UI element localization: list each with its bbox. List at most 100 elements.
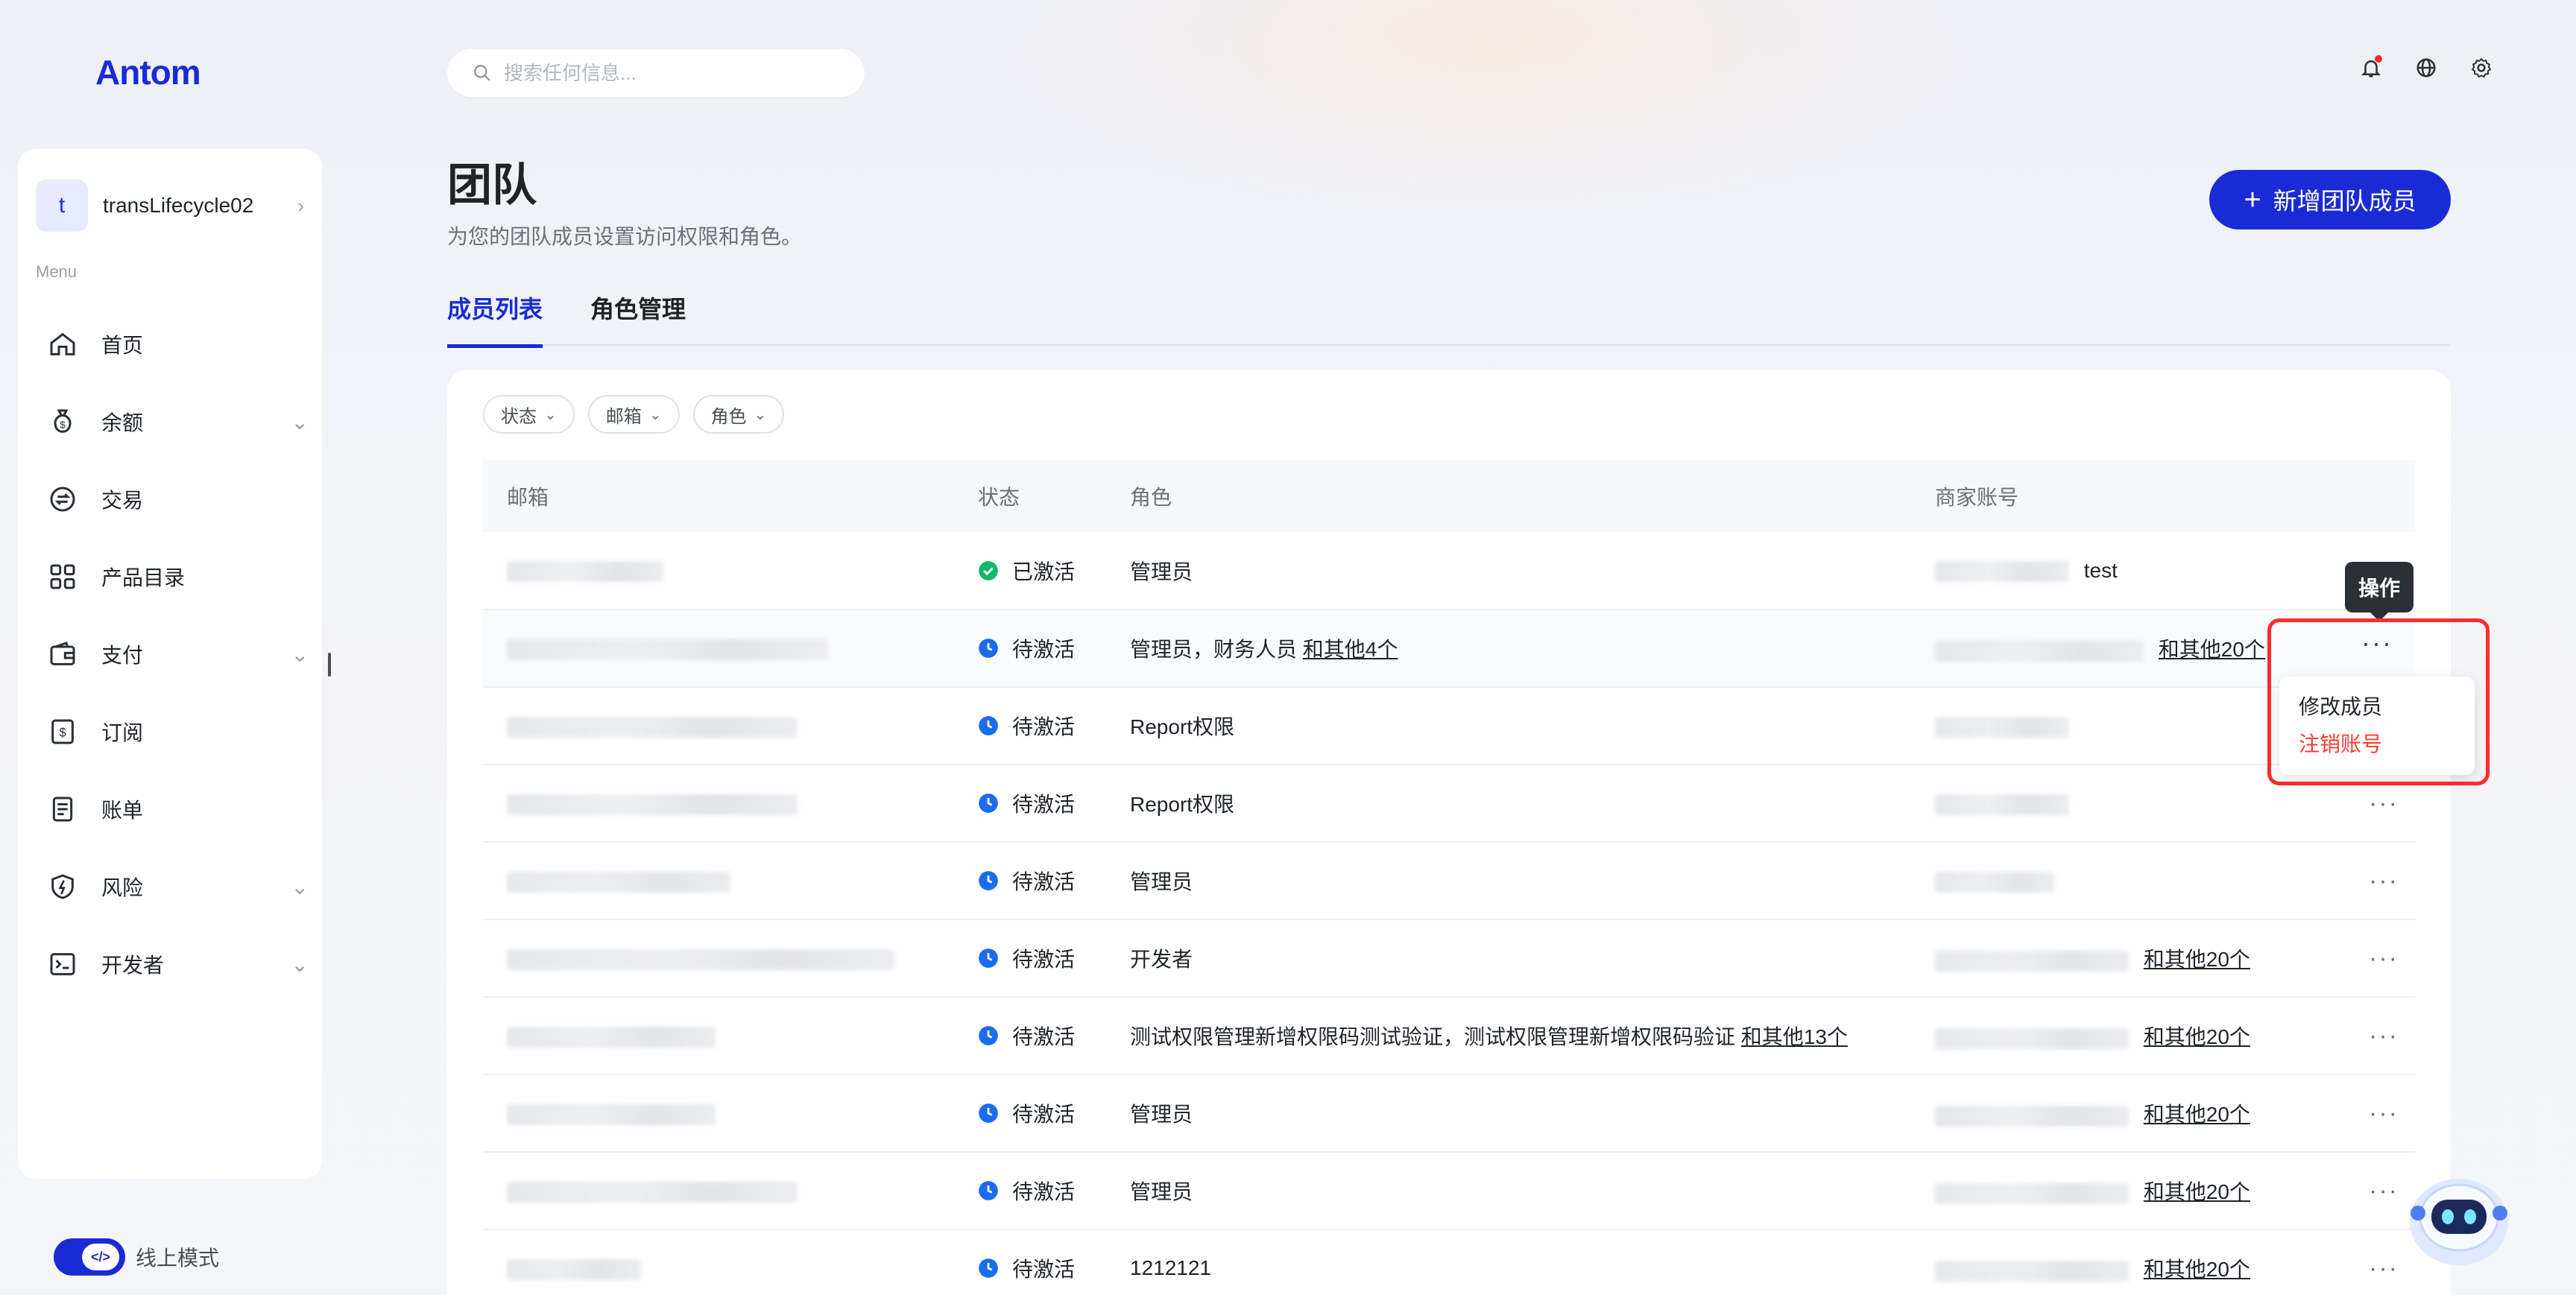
- sidebar-item-transactions[interactable]: 交易: [48, 460, 309, 538]
- tab-member-list[interactable]: 成员列表: [447, 291, 543, 348]
- search-input[interactable]: [504, 61, 832, 85]
- role-cell: 管理员: [1130, 1152, 1935, 1230]
- sidebar: t transLifecycle02 › Menu 首页 $ 余额 ⌄ 交易 产…: [18, 149, 322, 1179]
- status-text: 待激活: [1012, 638, 1076, 661]
- page-subtitle: 为您的团队成员设置访问权限和角色。: [447, 225, 803, 248]
- role-text: 管理员: [1130, 870, 1193, 893]
- bill-icon: [52, 797, 73, 822]
- role-cell: 管理员: [1130, 1074, 1935, 1153]
- members-card: 状态 ⌄ 邮箱 ⌄ 角色 ⌄ 邮箱 状态 角色 商家账号 已激活 管理员 test 待激活…: [447, 370, 2451, 1295]
- email-cell: [483, 687, 978, 765]
- bell-icon[interactable]: [2358, 55, 2384, 80]
- filter-email[interactable]: 邮箱 ⌄: [587, 395, 680, 434]
- more-actions-icon[interactable]: ···: [2352, 1074, 2415, 1153]
- more-actions-icon[interactable]: ···: [2352, 997, 2415, 1075]
- role-more-link[interactable]: 和其他13个: [1741, 1025, 1848, 1048]
- merchant-more-link[interactable]: 和其他20个: [2144, 948, 2250, 971]
- search-bar[interactable]: [447, 49, 865, 97]
- merchant-more-link[interactable]: 和其他20个: [2144, 1025, 2250, 1048]
- gear-icon[interactable]: [2469, 55, 2494, 80]
- filter-status[interactable]: 状态 ⌄: [483, 395, 575, 434]
- status-cell: 已激活: [978, 532, 1130, 610]
- sidebar-item-developer[interactable]: 开发者 ⌄: [48, 925, 309, 1003]
- table-row: 待激活 测试权限管理新增权限码测试验证，测试权限管理新增权限码验证 和其他13个 …: [483, 997, 2415, 1075]
- table-row: 待激活 管理员 ···: [483, 842, 2415, 920]
- redacted-email: [507, 639, 827, 660]
- menu-label: Menu: [36, 262, 78, 281]
- tab-bar: 成员列表 角色管理: [447, 291, 2451, 348]
- page-title: 团队: [447, 160, 537, 210]
- clock-icon: [978, 793, 999, 814]
- merchant-cell: test: [1935, 532, 2352, 610]
- role-text: 管理员，财务人员: [1130, 638, 1298, 661]
- sidebar-item-catalog[interactable]: 产品目录: [48, 538, 309, 615]
- top-actions: [2358, 55, 2494, 80]
- redacted-merchant: [1935, 871, 2054, 893]
- sidebar-item-balance[interactable]: $ 余额 ⌄: [48, 383, 309, 460]
- status-cell: 待激活: [978, 997, 1130, 1075]
- email-cell: [483, 1152, 978, 1230]
- sidebar-item-label: 风险: [101, 876, 144, 899]
- more-actions-icon[interactable]: ···: [2352, 919, 2415, 998]
- mode-label: 线上模式: [136, 1247, 220, 1270]
- redacted-email: [507, 561, 663, 583]
- sidebar-item-bills[interactable]: 账单: [48, 770, 309, 848]
- grid-icon: [50, 564, 75, 589]
- sidebar-item-payments[interactable]: 支付 ⌄: [48, 615, 309, 693]
- sidebar-collapse-handle[interactable]: [328, 653, 331, 677]
- assistant-robot-icon[interactable]: [2396, 1161, 2522, 1273]
- exchange-icon: [50, 487, 75, 512]
- role-cell: 管理员: [1130, 842, 1935, 920]
- header-actions: [2352, 460, 2415, 532]
- members-table: 邮箱 状态 角色 商家账号 已激活 管理员 test 待激活 管理员，财务人员 和其他…: [483, 460, 2415, 1295]
- more-actions-icon[interactable]: ···: [2352, 842, 2415, 920]
- clock-icon: [978, 1103, 999, 1124]
- account-switcher[interactable]: t transLifecycle02 ›: [36, 179, 304, 232]
- header-role: 角色: [1130, 486, 1172, 509]
- merchant-more-link[interactable]: 和其他20个: [2144, 1258, 2250, 1281]
- role-cell: 测试权限管理新增权限码测试验证，测试权限管理新增权限码验证 和其他13个: [1130, 997, 1935, 1075]
- filter-label: 邮箱: [605, 406, 642, 427]
- role-more-link[interactable]: 和其他4个: [1303, 638, 1398, 661]
- redacted-email: [507, 949, 894, 970]
- sidebar-item-label: 开发者: [101, 954, 165, 977]
- chevron-down-icon: ⌄: [754, 406, 767, 423]
- sidebar-item-home[interactable]: 首页: [48, 305, 309, 383]
- terminal-icon: [50, 953, 75, 975]
- table-row: 待激活 开发者 和其他20个 ···: [483, 919, 2415, 998]
- email-cell: [483, 532, 978, 610]
- merchant-more-link[interactable]: 和其他20个: [2144, 1103, 2250, 1126]
- table-row: 待激活 1212121 和其他20个 ···: [483, 1229, 2415, 1295]
- chevron-down-icon: ⌄: [291, 642, 309, 666]
- redacted-email: [507, 1026, 716, 1048]
- merchant-more-link[interactable]: 和其他20个: [2144, 1180, 2250, 1203]
- redacted-merchant: [1935, 716, 2069, 738]
- svg-text:$: $: [59, 726, 66, 740]
- background-glow: [969, 0, 2012, 224]
- merchant-cell: 和其他20个: [1935, 1152, 2352, 1230]
- merchant-cell: [1935, 842, 2352, 920]
- live-mode-toggle[interactable]: </>: [54, 1238, 125, 1276]
- merchant-more-link[interactable]: 和其他20个: [2159, 638, 2265, 661]
- role-cell: 1212121: [1130, 1229, 1935, 1295]
- filter-role[interactable]: 角色 ⌄: [692, 395, 785, 434]
- sidebar-item-risk[interactable]: 风险 ⌄: [48, 848, 309, 925]
- redacted-merchant: [1935, 1028, 2129, 1049]
- filter-bar: 状态 ⌄ 邮箱 ⌄ 角色 ⌄: [483, 395, 785, 434]
- redacted-email: [507, 1258, 641, 1280]
- email-cell: [483, 919, 978, 998]
- sidebar-item-subscriptions[interactable]: $ 订阅: [48, 693, 309, 770]
- status-cell: 待激活: [978, 764, 1130, 843]
- tab-role-management[interactable]: 角色管理: [590, 291, 686, 346]
- clock-icon: [978, 1258, 999, 1279]
- role-cell: 管理员: [1130, 532, 1935, 610]
- add-team-member-button[interactable]: + 新增团队成员: [2209, 170, 2451, 229]
- redacted-email: [507, 1104, 716, 1125]
- redacted-merchant: [1935, 950, 2129, 972]
- header-merchant: 商家账号: [1935, 486, 2019, 509]
- globe-icon[interactable]: [2414, 55, 2439, 80]
- plus-icon: +: [2244, 183, 2261, 216]
- antom-logo[interactable]: Antom: [95, 52, 201, 92]
- role-text: 管理员: [1130, 560, 1193, 583]
- sidebar-item-label: 支付: [101, 644, 144, 667]
